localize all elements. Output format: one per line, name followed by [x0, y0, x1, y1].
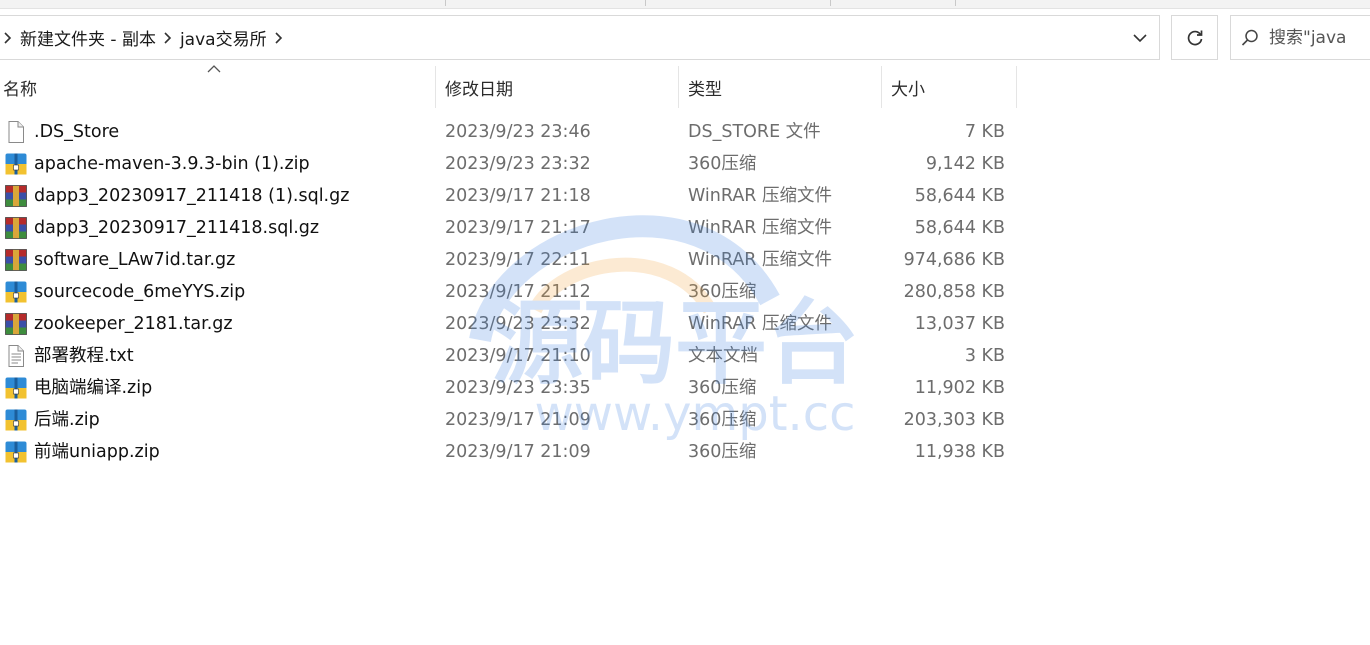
file-type: 360压缩 — [688, 410, 757, 430]
column-divider[interactable] — [881, 66, 882, 108]
zip-archive-icon — [5, 441, 27, 463]
file-row[interactable]: 部署教程.txt 2023/9/17 21:10 文本文档 3 KB — [0, 340, 1020, 372]
file-type: WinRAR 压缩文件 — [688, 186, 833, 206]
winrar-archive-icon — [5, 313, 27, 335]
ribbon-divider — [645, 0, 646, 6]
file-date: 2023/9/17 21:17 — [445, 218, 591, 238]
file-size: 11,902 KB — [914, 378, 1005, 398]
file-type: DS_STORE 文件 — [688, 122, 821, 142]
column-header-type[interactable]: 类型 — [680, 66, 880, 108]
file-date: 2023/9/23 23:35 — [445, 378, 591, 398]
search-box[interactable] — [1230, 15, 1370, 60]
blank-file-icon — [8, 121, 24, 143]
file-row[interactable]: 后端.zip 2023/9/17 21:09 360压缩 203,303 KB — [0, 404, 1020, 436]
winrar-archive-icon — [5, 185, 27, 207]
zip-archive-icon — [5, 153, 27, 175]
file-date: 2023/9/17 21:12 — [445, 282, 591, 302]
file-row[interactable]: dapp3_20230917_211418 (1).sql.gz 2023/9/… — [0, 180, 1020, 212]
file-size: 9,142 KB — [925, 154, 1005, 174]
file-date: 2023/9/17 21:09 — [445, 442, 591, 462]
zip-archive-icon — [5, 281, 27, 303]
file-name: 前端uniapp.zip — [34, 442, 160, 462]
file-size: 974,686 KB — [903, 250, 1005, 270]
file-row[interactable]: .DS_Store 2023/9/23 23:46 DS_STORE 文件 7 … — [0, 116, 1020, 148]
file-row[interactable]: 电脑端编译.zip 2023/9/23 23:35 360压缩 11,902 K… — [0, 372, 1020, 404]
text-file-icon — [8, 345, 24, 367]
column-header-row: 名称 修改日期 类型 大小 — [0, 66, 1020, 108]
ribbon-strip — [0, 0, 1370, 9]
refresh-button[interactable] — [1171, 15, 1218, 60]
file-row[interactable]: 前端uniapp.zip 2023/9/17 21:09 360压缩 11,93… — [0, 436, 1020, 468]
file-size: 203,303 KB — [903, 410, 1005, 430]
file-type: WinRAR 压缩文件 — [688, 218, 833, 238]
file-row[interactable]: software_LAw7id.tar.gz 2023/9/17 22:11 W… — [0, 244, 1020, 276]
column-header-size[interactable]: 大小 — [883, 66, 1016, 108]
ribbon-divider — [955, 0, 956, 6]
file-size: 11,938 KB — [914, 442, 1005, 462]
file-name: 后端.zip — [34, 410, 100, 430]
file-type: 360压缩 — [688, 282, 757, 302]
winrar-archive-icon — [5, 217, 27, 239]
file-type: 360压缩 — [688, 154, 757, 174]
file-date: 2023/9/23 23:32 — [445, 314, 591, 334]
breadcrumb-item-current[interactable]: java交易所 — [176, 25, 271, 50]
file-size: 7 KB — [964, 122, 1005, 142]
breadcrumb-chevron-icon[interactable] — [0, 15, 16, 60]
file-row[interactable]: sourcecode_6meYYS.zip 2023/9/17 21:12 36… — [0, 276, 1020, 308]
file-type: 360压缩 — [688, 442, 757, 462]
file-name: .DS_Store — [34, 122, 120, 142]
file-date: 2023/9/23 23:32 — [445, 154, 591, 174]
file-name: 部署教程.txt — [34, 346, 134, 366]
file-date: 2023/9/17 22:11 — [445, 250, 591, 270]
column-header-name[interactable]: 名称 — [0, 66, 435, 108]
file-list: .DS_Store 2023/9/23 23:46 DS_STORE 文件 7 … — [0, 116, 1020, 468]
file-size: 13,037 KB — [914, 314, 1005, 334]
chevron-down-icon — [1133, 33, 1147, 42]
search-icon — [1231, 16, 1269, 59]
file-size: 3 KB — [964, 346, 1005, 366]
file-name: sourcecode_6meYYS.zip — [34, 282, 246, 302]
file-date: 2023/9/17 21:18 — [445, 186, 591, 206]
file-name: dapp3_20230917_211418 (1).sql.gz — [34, 186, 350, 206]
file-type: WinRAR 压缩文件 — [688, 314, 833, 334]
file-type: WinRAR 压缩文件 — [688, 250, 833, 270]
file-row[interactable]: dapp3_20230917_211418.sql.gz 2023/9/17 2… — [0, 212, 1020, 244]
zip-archive-icon — [5, 377, 27, 399]
address-bar[interactable]: 新建文件夹 - 副本 java交易所 — [0, 15, 1160, 60]
file-row[interactable]: apache-maven-3.9.3-bin (1).zip 2023/9/23… — [0, 148, 1020, 180]
file-name: software_LAw7id.tar.gz — [34, 250, 236, 270]
file-name: dapp3_20230917_211418.sql.gz — [34, 218, 320, 238]
column-divider[interactable] — [1016, 66, 1017, 108]
address-history-dropdown[interactable] — [1121, 16, 1159, 59]
file-size: 58,644 KB — [914, 186, 1005, 206]
column-header-date[interactable]: 修改日期 — [437, 66, 677, 108]
breadcrumb-item[interactable]: 新建文件夹 - 副本 — [16, 25, 160, 50]
file-name: apache-maven-3.9.3-bin (1).zip — [34, 154, 310, 174]
ribbon-divider — [445, 0, 446, 6]
search-input[interactable] — [1269, 27, 1370, 48]
breadcrumb-chevron-icon[interactable] — [271, 15, 287, 60]
file-date: 2023/9/17 21:09 — [445, 410, 591, 430]
ribbon-divider — [830, 0, 831, 6]
column-divider[interactable] — [435, 66, 436, 108]
file-type: 360压缩 — [688, 378, 757, 398]
file-size: 280,858 KB — [903, 282, 1005, 302]
file-date: 2023/9/23 23:46 — [445, 122, 591, 142]
refresh-icon — [1187, 30, 1202, 45]
file-size: 58,644 KB — [914, 218, 1005, 238]
column-divider[interactable] — [678, 66, 679, 108]
file-type: 文本文档 — [688, 346, 758, 366]
file-row[interactable]: zookeeper_2181.tar.gz 2023/9/23 23:32 Wi… — [0, 308, 1020, 340]
breadcrumb-chevron-icon[interactable] — [160, 15, 176, 60]
file-name: zookeeper_2181.tar.gz — [34, 314, 233, 334]
file-name: 电脑端编译.zip — [34, 378, 153, 398]
file-date: 2023/9/17 21:10 — [445, 346, 591, 366]
zip-archive-icon — [5, 409, 27, 431]
winrar-archive-icon — [5, 249, 27, 271]
